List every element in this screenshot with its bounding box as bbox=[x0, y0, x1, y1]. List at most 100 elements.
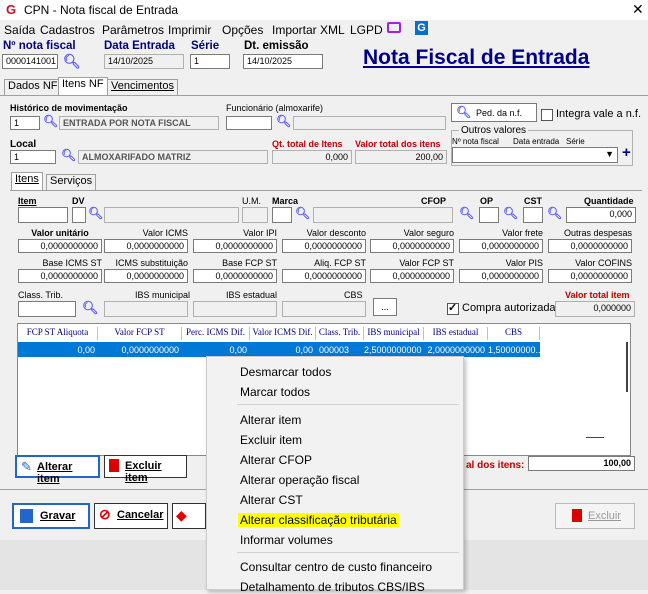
row3-value-input[interactable]: 0,0000000000 bbox=[193, 269, 277, 283]
cst-input[interactable] bbox=[523, 207, 543, 223]
serie-input[interactable]: 1 bbox=[190, 54, 230, 69]
close-icon[interactable]: ✕ bbox=[632, 1, 644, 18]
grid-column-header[interactable]: Valor FCP ST bbox=[98, 327, 182, 340]
search-icon[interactable]: 🔍︎ bbox=[459, 206, 474, 220]
row2-value-input[interactable]: 0,0000000000 bbox=[282, 239, 366, 253]
tab-dados-nf[interactable]: Dados NF bbox=[4, 79, 62, 95]
grid-column-header[interactable]: Perc. ICMS Dif. bbox=[182, 327, 250, 340]
data-entrada-label: Data Entrada bbox=[104, 40, 175, 52]
row3-value-input[interactable]: 0,0000000000 bbox=[459, 269, 543, 283]
menu-cadastros[interactable]: Cadastros bbox=[40, 23, 95, 37]
add-icon[interactable]: + bbox=[622, 144, 631, 161]
grid-column-header[interactable]: Valor ICMS Dif. bbox=[250, 327, 316, 340]
compra-autorizada-checkbox[interactable]: ✓ bbox=[447, 302, 459, 315]
menu-excluir-item[interactable]: Excluir item bbox=[240, 433, 302, 447]
grid-column-header[interactable]: IBS estadual bbox=[424, 327, 488, 340]
row3-value-input[interactable]: 0,0000000000 bbox=[104, 269, 188, 283]
funcionario-desc bbox=[293, 116, 446, 130]
search-icon[interactable]: 🔍︎ bbox=[547, 206, 562, 220]
tab-itens[interactable]: Itens bbox=[11, 172, 43, 190]
row2-value-input[interactable]: 0,0000000000 bbox=[193, 239, 277, 253]
search-icon: 🔍︎ bbox=[456, 105, 472, 119]
menu-alterar-operacao-fiscal[interactable]: Alterar operação fiscal bbox=[240, 473, 359, 487]
grid-column-header[interactable]: CBS bbox=[488, 327, 540, 340]
menu-alterar-classificacao-tributaria[interactable]: Alterar classificação tributária bbox=[238, 513, 399, 527]
menu-lgpd[interactable]: LGPD bbox=[350, 23, 383, 37]
menu-importar-xml[interactable]: Importar XML bbox=[272, 23, 345, 37]
grid-cell: 0,0000000000 bbox=[121, 345, 179, 355]
g-app-icon[interactable]: G bbox=[415, 21, 428, 35]
row3-value-input[interactable]: 0,0000000000 bbox=[548, 269, 632, 283]
historico-code-input[interactable]: 1 bbox=[10, 116, 40, 130]
integra-checkbox[interactable] bbox=[541, 109, 553, 121]
tab-servicos[interactable]: Serviços bbox=[46, 174, 97, 190]
menu-desmarcar-todos[interactable]: Desmarcar todos bbox=[240, 365, 331, 379]
menu-alterar-cfop[interactable]: Alterar CFOP bbox=[240, 453, 312, 467]
menu-alterar-item[interactable]: Alterar item bbox=[240, 413, 301, 427]
gravar-button[interactable]: Gravar bbox=[12, 503, 90, 529]
data-entrada-input[interactable]: 14/10/2025 bbox=[104, 54, 184, 69]
menu-marcar-todos[interactable]: Marcar todos bbox=[240, 385, 310, 399]
search-icon[interactable]: 🔍︎ bbox=[295, 206, 310, 220]
checkmark-icon: ✓ bbox=[448, 302, 458, 314]
row3-value-input[interactable]: 0,0000000000 bbox=[282, 269, 366, 283]
funcionario-code-input[interactable] bbox=[226, 116, 272, 130]
row2-value-input[interactable]: 0,0000000000 bbox=[370, 239, 454, 253]
menu-parametros[interactable]: Parâmetros bbox=[102, 23, 164, 37]
search-icon[interactable]: 🔍︎ bbox=[88, 206, 103, 220]
alterar-item-button[interactable]: ✎ Alterar item bbox=[15, 455, 100, 485]
scrollbar[interactable] bbox=[626, 342, 628, 392]
op-input[interactable] bbox=[479, 207, 499, 223]
search-icon[interactable]: 🔍︎ bbox=[503, 206, 518, 220]
menu-saida[interactable]: Saída bbox=[4, 23, 35, 37]
grid-column-header[interactable]: Class. Trib. bbox=[316, 327, 364, 340]
table-row[interactable]: 0,00 0,0000000000 0,00 0,00 000003 2,50000000… bbox=[18, 342, 544, 357]
menu-opcoes[interactable]: Opções bbox=[222, 23, 263, 37]
item-input[interactable] bbox=[18, 207, 68, 223]
partial-button[interactable]: ◆ bbox=[172, 503, 206, 529]
ped-nf-button[interactable]: 🔍︎ Ped. da n.f. bbox=[451, 103, 537, 122]
row3-value-input[interactable]: 0,0000000000 bbox=[370, 269, 454, 283]
row2-value-input[interactable]: 0,0000000000 bbox=[459, 239, 543, 253]
window-title: CPN - Nota fiscal de Entrada bbox=[24, 3, 179, 17]
tab-itens-nf[interactable]: Itens NF bbox=[58, 77, 108, 95]
excluir-button[interactable]: Excluir bbox=[555, 503, 635, 529]
search-icon[interactable]: 🔍︎ bbox=[276, 114, 291, 128]
search-icon[interactable]: 🔍︎ bbox=[82, 300, 99, 316]
chat-icon[interactable] bbox=[387, 22, 401, 33]
more-button[interactable]: ... bbox=[373, 298, 397, 316]
local-code-input[interactable]: 1 bbox=[10, 150, 56, 164]
quantidade-input[interactable]: 0,000 bbox=[566, 207, 636, 223]
ibs-estadual-label: IBS estadual bbox=[226, 290, 278, 300]
grid-cell: 1,50000000... bbox=[488, 345, 544, 355]
row2-value-input[interactable]: 0,0000000000 bbox=[104, 239, 188, 253]
search-icon[interactable]: 🔍︎ bbox=[63, 53, 81, 70]
menu-informar-volumes[interactable]: Informar volumes bbox=[240, 533, 333, 547]
menu-alterar-cst[interactable]: Alterar CST bbox=[240, 493, 303, 507]
page-title: Nota Fiscal de Entrada bbox=[363, 46, 590, 69]
grid-column-header[interactable]: FCP ST Aliquota bbox=[18, 327, 98, 340]
dt-emissao-input[interactable]: 14/10/2025 bbox=[243, 54, 323, 69]
row3-value-input[interactable]: 0,0000000000 bbox=[18, 269, 102, 283]
search-icon[interactable]: 🔍︎ bbox=[61, 148, 76, 162]
row2-value-input[interactable]: 0,0000000000 bbox=[548, 239, 632, 253]
serie-label: Série bbox=[191, 40, 220, 52]
menu-consultar-centro-custo[interactable]: Consultar centro de custo financeiro bbox=[240, 560, 432, 574]
class-trib-input[interactable] bbox=[18, 301, 76, 317]
dv-input[interactable] bbox=[72, 207, 86, 223]
outros-valores-select[interactable]: ▼ bbox=[452, 147, 618, 163]
excluir-item-button[interactable]: Excluir item bbox=[104, 455, 187, 484]
dv-label: DV bbox=[72, 196, 85, 206]
marca-input[interactable] bbox=[272, 207, 292, 223]
row2-label: Valor unitário bbox=[31, 228, 89, 238]
cancelar-button[interactable]: ⊘ Cancelar bbox=[94, 503, 168, 529]
row2-value-input[interactable]: 0,0000000000 bbox=[18, 239, 102, 253]
grid-column-header[interactable]: IBS municipal bbox=[364, 327, 424, 340]
search-icon[interactable]: 🔍︎ bbox=[43, 114, 58, 128]
historico-label: Histórico de movimentação bbox=[10, 103, 128, 113]
tab-vencimentos[interactable]: Vencimentos bbox=[107, 79, 178, 95]
nf-number-input[interactable]: 0000141001 bbox=[2, 54, 58, 69]
trash-icon bbox=[109, 459, 119, 472]
menu-imprimir[interactable]: Imprimir bbox=[168, 23, 211, 37]
menu-detalhamento-tributos[interactable]: Detalhamento de tributos CBS/IBS bbox=[240, 580, 425, 594]
